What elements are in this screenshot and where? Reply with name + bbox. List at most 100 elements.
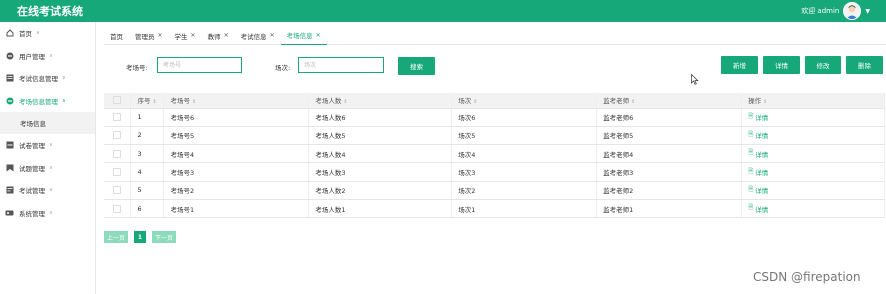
document-icon: 🗎 — [748, 148, 754, 157]
room-number-input[interactable] — [157, 57, 242, 73]
sidebar-item-users[interactable]: 用户管理 ∨ — [0, 45, 95, 68]
row-select-cell[interactable] — [104, 162, 132, 182]
action-cell: 🗎 详情 — [741, 126, 885, 146]
chevron-down-icon[interactable]: ▼ — [865, 8, 870, 15]
tab-students[interactable]: 学生 ✕ — [169, 27, 202, 45]
user-menu[interactable]: 欢迎 admin ▼ — [801, 2, 886, 20]
sort-icon[interactable]: ⇕ — [152, 99, 156, 105]
sidebar-item-label: 用户管理 — [19, 52, 45, 61]
table-cell: 监考老师2 — [596, 181, 743, 200]
sidebar-item-label: 试卷管理 — [19, 142, 45, 151]
sort-icon[interactable]: ⇕ — [473, 99, 477, 105]
select-all-checkbox[interactable] — [113, 96, 121, 105]
row-select-cell[interactable] — [104, 108, 132, 127]
tab-room-info[interactable]: 考场信息 ✕ — [280, 27, 327, 45]
welcome-text: 欢迎 admin — [801, 7, 840, 15]
detail-link[interactable]: 🗎 详情 — [748, 112, 884, 123]
row-checkbox[interactable] — [113, 113, 121, 122]
detail-link[interactable]: 🗎 详情 — [748, 203, 884, 214]
row-select-cell[interactable] — [104, 199, 132, 219]
sort-icon[interactable]: ⇕ — [192, 99, 196, 105]
tab-bar: 首页 管理员 ✕ 学生 ✕ 教师 ✕ 考试信息 ✕ 考场信息 ✕ — [104, 27, 886, 45]
delete-button[interactable]: 删除 — [846, 56, 883, 74]
table-cell: 考场号4 — [163, 144, 310, 164]
next-page-button[interactable]: 下一页 — [152, 231, 177, 243]
row-select-cell[interactable] — [104, 144, 132, 164]
sidebar-item-exams[interactable]: 考试管理 ∨ — [0, 179, 95, 202]
row-checkbox[interactable] — [113, 131, 121, 140]
session-input[interactable] — [298, 57, 384, 73]
column-header[interactable]: 监考老师 ⇕ — [596, 93, 743, 109]
table-cell: 考场号5 — [163, 126, 310, 146]
table-cell: 监考老师6 — [596, 108, 743, 127]
column-header[interactable]: 序号 ⇕ — [130, 93, 165, 109]
search-button[interactable]: 搜索 — [398, 57, 435, 75]
column-header[interactable]: 考场人数 ⇕ — [308, 93, 453, 109]
table-cell: 监考老师3 — [596, 162, 743, 182]
exam-icon — [5, 186, 14, 195]
detail-link[interactable]: 🗎 详情 — [748, 167, 884, 178]
add-button[interactable]: 新增 — [721, 56, 758, 74]
sidebar-item-home[interactable]: 首页 ∨ — [0, 22, 95, 45]
detail-link[interactable]: 🗎 详情 — [748, 185, 884, 196]
table-row[interactable]: 5 考场号2 考场人数2 场次2 监考老师2 🗎 详情 — [104, 181, 885, 200]
sidebar-item-room-info[interactable]: 考场信息管理 ∧ — [0, 90, 95, 113]
tab-exam-info[interactable]: 考试信息 ✕ — [235, 27, 281, 45]
detail-button[interactable]: 详情 — [763, 56, 800, 74]
tab-label: 考试信息 — [240, 32, 267, 41]
row-checkbox[interactable] — [113, 186, 121, 195]
chevron-down-icon: ∨ — [49, 52, 53, 59]
tab-admins[interactable]: 管理员 ✕ — [129, 27, 169, 45]
tab-label: 学生 — [174, 32, 188, 41]
select-all-cell[interactable] — [104, 93, 132, 109]
row-select-cell[interactable] — [104, 126, 132, 146]
table-row[interactable]: 4 考场号3 考场人数3 场次3 监考老师3 🗎 详情 — [104, 162, 885, 182]
document-icon: 🗎 — [748, 129, 754, 138]
column-header[interactable]: 考场号 ⇕ — [163, 93, 310, 109]
row-checkbox[interactable] — [113, 149, 121, 158]
pagination: 上一页 1 下一页 — [104, 231, 182, 243]
edit-button[interactable]: 修改 — [805, 56, 841, 74]
page-number-button[interactable]: 1 — [134, 231, 147, 243]
sort-icon[interactable]: ⇕ — [763, 99, 767, 105]
row-checkbox[interactable] — [113, 204, 121, 213]
table-cell: 监考老师1 — [596, 199, 743, 219]
sidebar-item-exam-info[interactable]: 考试信息管理 ∨ — [0, 67, 95, 90]
prev-page-button[interactable]: 上一页 — [104, 231, 129, 243]
close-icon[interactable]: ✕ — [158, 32, 163, 39]
row-checkbox[interactable] — [113, 168, 121, 177]
tab-teachers[interactable]: 教师 ✕ — [202, 27, 235, 45]
sidebar-subitem-room-info[interactable]: 考场信息 — [0, 112, 95, 134]
close-icon[interactable]: ✕ — [224, 32, 229, 39]
tab-label: 考场信息 — [286, 32, 313, 40]
action-cell: 🗎 详情 — [741, 181, 885, 200]
sort-icon[interactable]: ⇕ — [343, 99, 347, 105]
table-cell: 2 — [130, 126, 165, 146]
tab-home[interactable]: 首页 — [104, 27, 129, 45]
column-header[interactable]: 场次 ⇕ — [451, 93, 598, 109]
watermark: CSDN @firepation — [753, 270, 861, 284]
table-row[interactable]: 1 考场号6 考场人数6 场次6 监考老师6 🗎 详情 — [104, 108, 885, 127]
avatar[interactable] — [843, 2, 862, 20]
close-icon[interactable]: ✕ — [191, 32, 196, 39]
table-cell: 场次3 — [451, 162, 598, 182]
chevron-down-icon: ∨ — [49, 164, 53, 171]
table-cell: 场次4 — [451, 144, 598, 164]
detail-link[interactable]: 🗎 详情 — [748, 130, 884, 141]
table-row[interactable]: 2 考场号5 考场人数5 场次5 监考老师5 🗎 详情 — [104, 126, 885, 146]
chevron-down-icon: ∨ — [62, 75, 66, 82]
table-row[interactable]: 6 考场号1 考场人数1 场次1 监考老师1 🗎 详情 — [104, 199, 885, 219]
sidebar-item-questions[interactable]: 试题管理 ∨ — [0, 157, 95, 180]
sidebar-item-papers[interactable]: 试卷管理 ∨ — [0, 134, 95, 157]
row-select-cell[interactable] — [104, 181, 132, 200]
detail-link[interactable]: 🗎 详情 — [748, 148, 884, 159]
close-icon[interactable]: ✕ — [270, 32, 275, 39]
table-row[interactable]: 3 考场号4 考场人数4 场次4 监考老师4 🗎 详情 — [104, 144, 885, 164]
close-icon[interactable]: ✕ — [316, 32, 321, 39]
session-label: 场次: — [275, 64, 291, 72]
document-icon: 🗎 — [748, 184, 754, 193]
column-header[interactable]: 操作 ⇕ — [741, 93, 885, 109]
table-cell: 1 — [130, 108, 165, 127]
sort-icon[interactable]: ⇕ — [631, 99, 635, 105]
sidebar-item-system[interactable]: 系统管理 ∨ — [0, 202, 95, 225]
